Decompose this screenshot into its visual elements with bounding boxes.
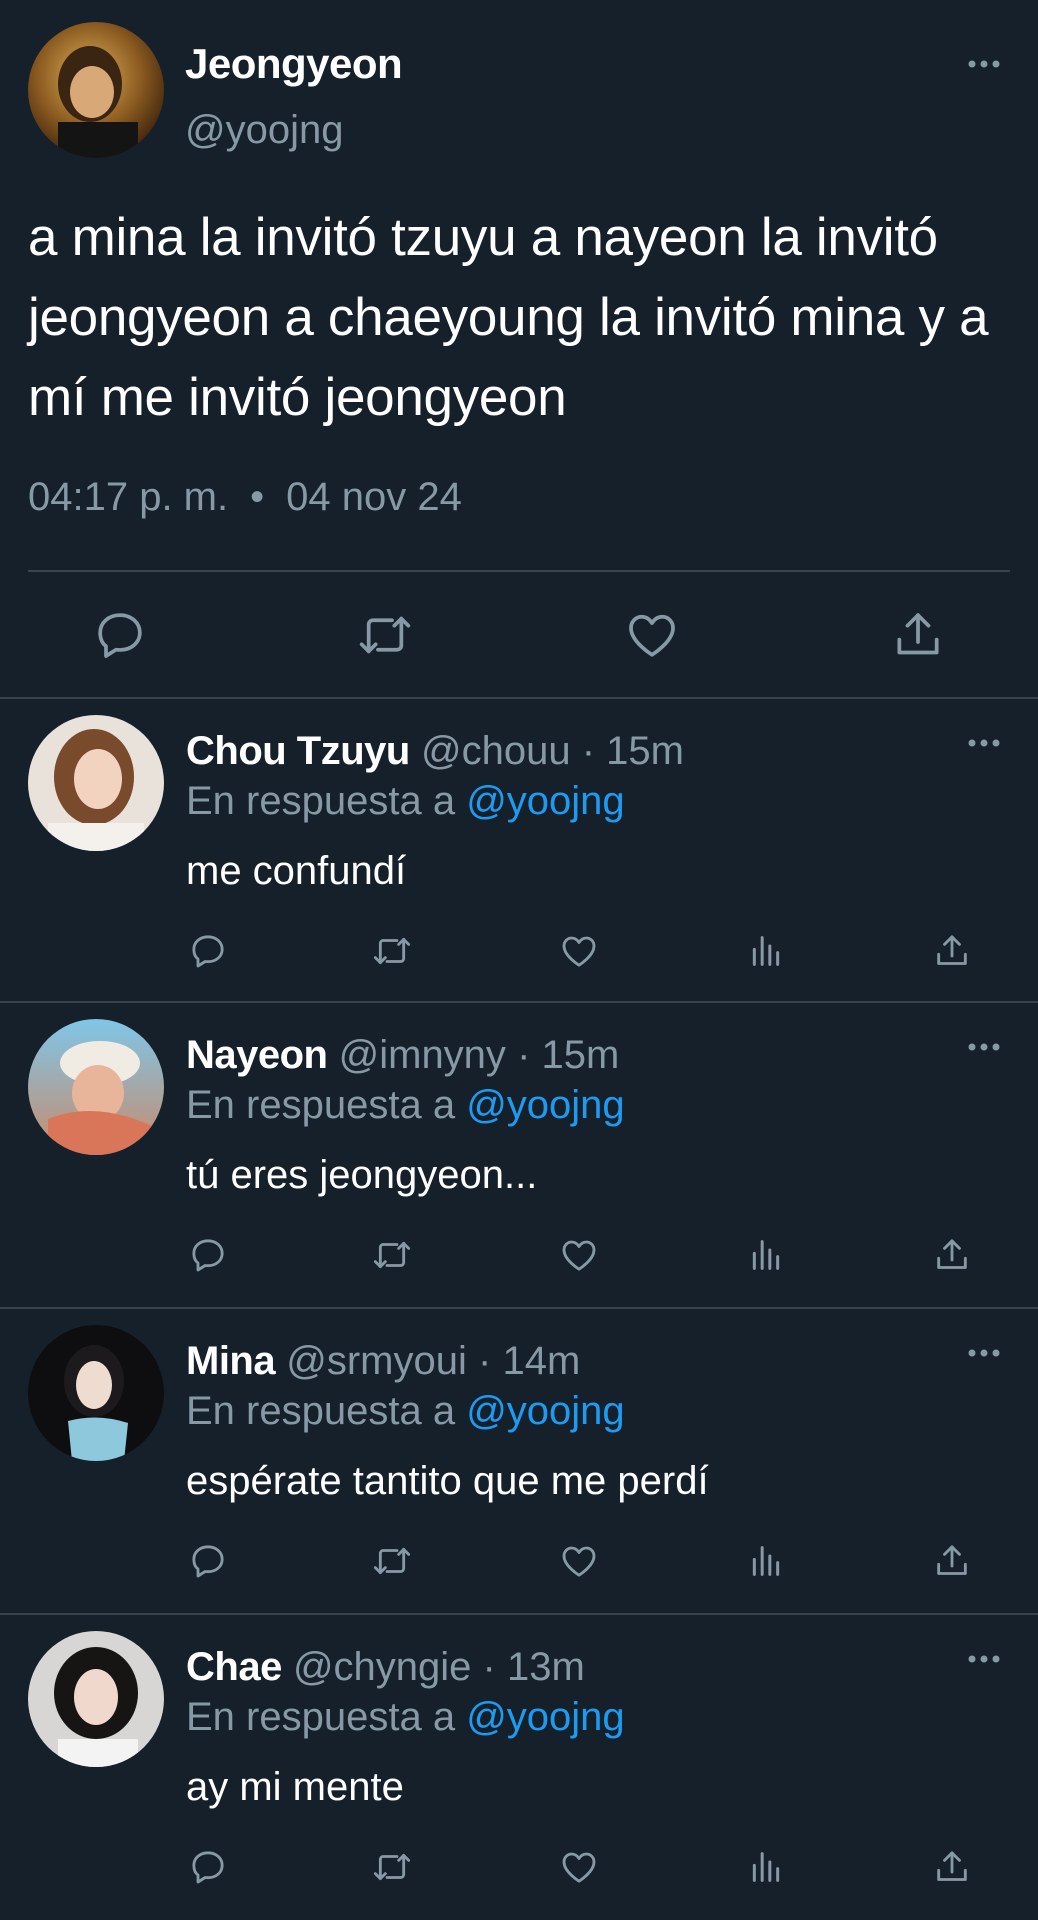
reply-context: En respuesta a @yoojng <box>186 1389 625 1434</box>
reply-context: En respuesta a @yoojng <box>186 779 625 824</box>
reply-time[interactable]: 15m <box>606 729 684 773</box>
like-icon[interactable] <box>559 1235 599 1275</box>
reply-text: tú eres jeongyeon... <box>186 1153 538 1197</box>
share-icon[interactable] <box>932 931 972 971</box>
more-icon[interactable] <box>966 737 1002 749</box>
reply-text: ay mi mente <box>186 1765 404 1809</box>
analytics-icon[interactable] <box>746 1235 786 1275</box>
more-icon[interactable] <box>966 1653 1002 1665</box>
reply-icon[interactable] <box>188 1541 228 1581</box>
author-handle[interactable]: @yoojng <box>185 108 343 153</box>
main-tweet: Jeongyeon @yoojng a mina la invitó tzuyu… <box>0 0 1038 699</box>
like-icon[interactable] <box>559 1847 599 1887</box>
reply-context: En respuesta a @yoojng <box>186 1083 625 1128</box>
retweet-icon[interactable] <box>372 1541 412 1581</box>
meta-separator: · <box>482 1645 496 1689</box>
reply-to-label: En respuesta a <box>186 1389 456 1433</box>
more-icon[interactable] <box>966 58 1002 70</box>
reply-time[interactable]: 15m <box>542 1033 620 1077</box>
mention-link[interactable]: @yoojng <box>466 1389 624 1433</box>
reply-context: En respuesta a @yoojng <box>186 1695 625 1740</box>
tweet-text: a mina la invitó tzuyu a nayeon la invit… <box>28 208 989 427</box>
tweet-date[interactable]: 04 nov 24 <box>286 475 462 519</box>
analytics-icon[interactable] <box>746 931 786 971</box>
reply-to-label: En respuesta a <box>186 1695 456 1739</box>
author-name[interactable]: Mina <box>186 1339 276 1383</box>
more-icon[interactable] <box>966 1041 1002 1053</box>
retweet-icon[interactable] <box>357 607 413 663</box>
author-handle[interactable]: @chyngie <box>293 1645 471 1689</box>
meta-separator: · <box>581 729 596 773</box>
share-icon[interactable] <box>932 1235 972 1275</box>
reply-header: Chou Tzuyu @chouu · 15m <box>186 729 684 774</box>
reply-icon[interactable] <box>188 1847 228 1887</box>
author-handle[interactable]: @imnyny <box>339 1033 506 1077</box>
author-name[interactable]: Jeongyeon <box>185 40 403 88</box>
divider <box>28 570 1010 572</box>
reply-tweet[interactable]: Chou Tzuyu @chouu · 15m En respuesta a @… <box>0 699 1038 1003</box>
reply-header: Nayeon @imnyny · 15m <box>186 1033 619 1078</box>
author-name[interactable]: Chou Tzuyu <box>186 729 410 773</box>
author-name[interactable]: Nayeon <box>186 1033 328 1077</box>
author-handle[interactable]: @chouu <box>421 729 571 773</box>
avatar[interactable] <box>28 1019 164 1155</box>
meta-separator: · <box>517 1033 531 1077</box>
like-icon[interactable] <box>559 931 599 971</box>
reply-text: me confundí <box>186 849 407 893</box>
share-icon[interactable] <box>932 1541 972 1581</box>
retweet-icon[interactable] <box>372 931 412 971</box>
reply-text: espérate tantito que me perdí <box>186 1459 709 1503</box>
avatar[interactable] <box>28 1631 164 1767</box>
reply-icon[interactable] <box>188 931 228 971</box>
retweet-icon[interactable] <box>372 1847 412 1887</box>
reply-time[interactable]: 13m <box>507 1645 585 1689</box>
reply-time[interactable]: 14m <box>502 1339 580 1383</box>
mention-link[interactable]: @yoojng <box>466 779 624 823</box>
reply-tweet[interactable]: Mina @srmyoui · 14m En respuesta a @yooj… <box>0 1309 1038 1615</box>
reply-to-label: En respuesta a <box>186 1083 456 1127</box>
like-icon[interactable] <box>624 607 680 663</box>
reply-header: Mina @srmyoui · 14m <box>186 1339 580 1384</box>
author-name[interactable]: Chae <box>186 1645 282 1689</box>
mention-link[interactable]: @yoojng <box>466 1695 624 1739</box>
reply-header: Chae @chyngie · 13m <box>186 1645 585 1690</box>
meta-separator: · <box>478 1339 492 1383</box>
reply-to-label: En respuesta a <box>186 779 456 823</box>
avatar[interactable] <box>28 22 164 158</box>
reply-tweet[interactable]: Nayeon @imnyny · 15m En respuesta a @yoo… <box>0 1003 1038 1309</box>
analytics-icon[interactable] <box>746 1541 786 1581</box>
avatar[interactable] <box>28 715 164 851</box>
share-icon[interactable] <box>890 607 946 663</box>
tweet-time: 04:17 p. m. <box>28 475 229 519</box>
reply-icon[interactable] <box>92 607 148 663</box>
more-icon[interactable] <box>966 1347 1002 1359</box>
tweet-timestamp: 04:17 p. m. • 04 nov 24 <box>28 475 462 520</box>
analytics-icon[interactable] <box>746 1847 786 1887</box>
author-handle[interactable]: @srmyoui <box>286 1339 467 1383</box>
reply-tweet[interactable]: Chae @chyngie · 13m En respuesta a @yooj… <box>0 1615 1038 1920</box>
mention-link[interactable]: @yoojng <box>466 1083 624 1127</box>
meta-separator: • <box>250 475 265 519</box>
share-icon[interactable] <box>932 1847 972 1887</box>
like-icon[interactable] <box>559 1541 599 1581</box>
reply-icon[interactable] <box>188 1235 228 1275</box>
avatar[interactable] <box>28 1325 164 1461</box>
retweet-icon[interactable] <box>372 1235 412 1275</box>
